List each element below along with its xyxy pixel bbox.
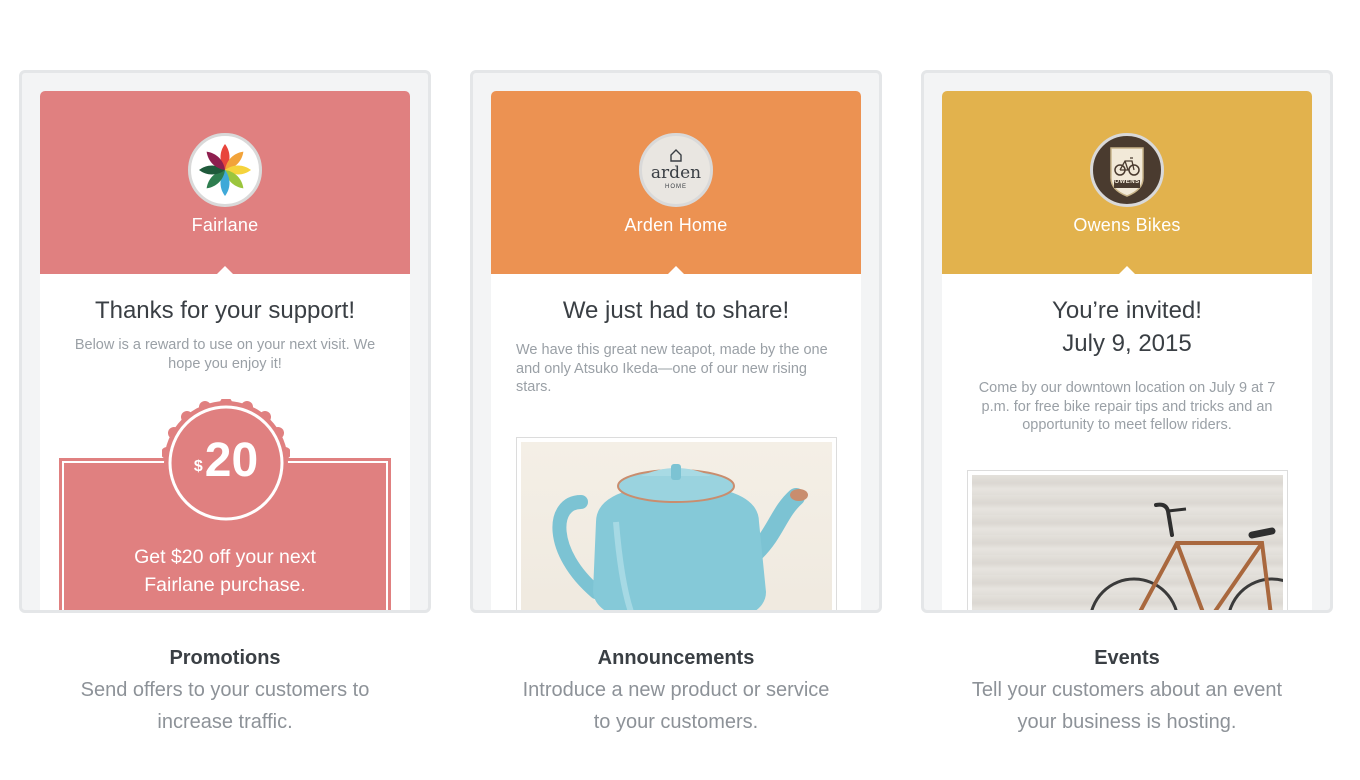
arden-home-logo-icon: arden HOME — [639, 133, 713, 207]
email-body: Fairlane Thanks for your support! Below … — [40, 91, 410, 610]
badge-value: 20 — [204, 434, 259, 487]
announcements-column: arden HOME Arden Home We just had to sha… — [470, 70, 882, 738]
promotions-email-preview[interactable]: Fairlane Thanks for your support! Below … — [19, 70, 431, 613]
email-text: We have this great new teapot, made by t… — [516, 342, 828, 395]
email-text: Come by our downtown location on July 9 … — [978, 380, 1276, 433]
headline-date: July 9, 2015 — [1062, 330, 1192, 357]
caption-line2: increase traffic. — [157, 711, 293, 733]
announcements-email-preview[interactable]: arden HOME Arden Home We just had to sha… — [470, 70, 882, 613]
teapot-photo — [516, 437, 837, 610]
events-email-preview[interactable]: OWENS Owens Bikes You’re invited! July 9… — [921, 70, 1333, 613]
events-caption: Events Tell your customers about an even… — [921, 645, 1333, 738]
caption-title: Events — [1094, 647, 1160, 669]
events-column: OWENS Owens Bikes You’re invited! July 9… — [921, 70, 1333, 738]
coupon-text-line1: Get $20 off your next — [134, 546, 316, 568]
headline-line1: You’re invited! — [1052, 297, 1202, 324]
caption-line1: Send offers to your customers to — [80, 679, 370, 701]
badge-amount: $20 — [162, 435, 290, 487]
flower-logo-icon — [188, 133, 262, 207]
email-text: Below is a reward to use on your next vi… — [74, 337, 376, 372]
brand-name: Arden Home — [624, 215, 728, 235]
caption-description: Introduce a new product or service to yo… — [470, 674, 882, 738]
caption-line2: your business is hosting. — [1017, 711, 1237, 733]
email-header: arden HOME Arden Home — [491, 91, 861, 275]
owens-bike-logo-icon: OWENS — [1090, 133, 1164, 207]
caption-line2: to your customers. — [593, 711, 759, 733]
coupon-text-line2: Fairlane purchase. — [144, 574, 306, 596]
email-headline: We just had to share! — [562, 297, 790, 324]
announcements-caption: Announcements Introduce a new product or… — [470, 645, 882, 738]
bicycle-photo — [967, 470, 1288, 610]
email-header: Fairlane — [40, 91, 410, 275]
email-headline: You’re invited! July 9, 2015 — [942, 294, 1312, 360]
promotions-caption: Promotions Send offers to your customers… — [19, 645, 431, 738]
promotions-column: Fairlane Thanks for your support! Below … — [19, 70, 431, 738]
caption-line1: Tell your customers about an event — [971, 679, 1283, 701]
email-headline: Thanks for your support! — [94, 297, 356, 324]
logo-word: OWENS — [1114, 179, 1140, 185]
caption-title: Promotions — [169, 647, 281, 669]
email-header: OWENS Owens Bikes — [942, 91, 1312, 275]
coupon-text: Get $20 off your next Fairlane purchase. — [64, 543, 386, 599]
badge-currency: $ — [193, 458, 203, 475]
caption-description: Send offers to your customers to increas… — [19, 674, 431, 738]
caption-title: Announcements — [597, 647, 755, 669]
logo-small-word: HOME — [665, 184, 687, 190]
email-body: OWENS Owens Bikes You’re invited! July 9… — [942, 91, 1312, 610]
brand-name: Fairlane — [191, 215, 259, 235]
discount-badge: $20 — [161, 397, 291, 529]
brand-name: Owens Bikes — [1073, 215, 1181, 235]
logo-word: arden — [650, 163, 702, 183]
caption-description: Tell your customers about an event your … — [921, 674, 1333, 738]
email-body: arden HOME Arden Home We just had to sha… — [491, 91, 861, 610]
caption-line1: Introduce a new product or service — [522, 679, 830, 701]
